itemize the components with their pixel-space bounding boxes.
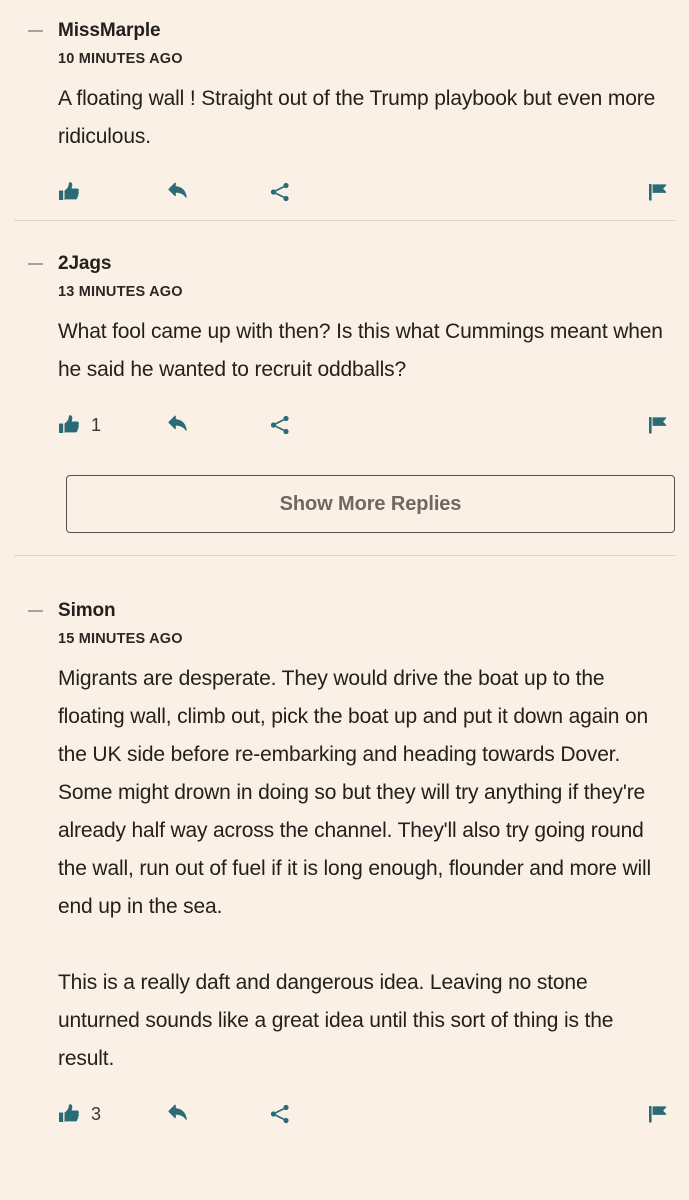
comment-item: Simon 15 MINUTES AGO Migrants are desper… (0, 598, 689, 1142)
thumbs-up-icon (58, 180, 82, 204)
collapse-toggle[interactable] (28, 598, 50, 624)
comment-author: 2Jags (58, 253, 112, 274)
reply-button[interactable] (166, 180, 190, 204)
share-button[interactable] (268, 413, 292, 437)
top-spacer (0, 0, 689, 18)
flag-button[interactable] (647, 180, 669, 204)
flag-icon (647, 1102, 669, 1126)
comment-actions: 3 (58, 1086, 671, 1142)
comment-paragraph: A floating wall ! Straight out of the Tr… (58, 87, 656, 148)
comment-paragraph: Migrants are desperate. They would drive… (58, 667, 652, 918)
thumbs-up-icon (58, 413, 82, 437)
like-count: 1 (91, 415, 102, 435)
flag-button[interactable] (647, 1102, 669, 1126)
flag-icon (647, 413, 669, 437)
like-button[interactable]: 3 (58, 1102, 101, 1126)
comment-actions: 1 (58, 397, 671, 453)
comment-thread: MissMarple 10 MINUTES AGO A floating wal… (0, 0, 689, 1142)
comment-author: Simon (58, 600, 116, 621)
comment-item: 2Jags 13 MINUTES AGO What fool came up w… (0, 251, 689, 453)
reply-button[interactable] (166, 1102, 190, 1126)
comment-actions (58, 164, 671, 220)
share-icon (268, 1102, 292, 1126)
reply-arrow-icon (166, 180, 190, 204)
like-count: 3 (91, 1104, 102, 1124)
comment-timestamp: 15 MINUTES AGO (58, 631, 183, 647)
share-button[interactable] (268, 180, 292, 204)
comment-paragraph: What fool came up with then? Is this wha… (58, 320, 663, 381)
comment-timestamp: 10 MINUTES AGO (58, 51, 183, 67)
share-icon (268, 180, 292, 204)
comment-body: A floating wall ! Straight out of the Tr… (58, 80, 671, 156)
like-button[interactable]: 1 (58, 413, 101, 437)
show-more-replies-wrap: Show More Replies (0, 475, 689, 533)
minus-icon (28, 263, 43, 265)
comment-author: MissMarple (58, 20, 161, 41)
show-more-replies-button[interactable]: Show More Replies (66, 475, 675, 533)
comment-body: What fool came up with then? Is this wha… (58, 313, 671, 389)
minus-icon (28, 30, 43, 32)
like-button[interactable] (58, 180, 91, 204)
comment-body: Migrants are desperate. They would drive… (58, 660, 671, 1078)
flag-icon (647, 180, 669, 204)
collapse-toggle[interactable] (28, 251, 50, 277)
comment-item: MissMarple 10 MINUTES AGO A floating wal… (0, 18, 689, 220)
collapse-toggle[interactable] (28, 18, 50, 44)
comment-timestamp: 13 MINUTES AGO (58, 284, 183, 300)
reply-button[interactable] (166, 413, 190, 437)
comment-paragraph: This is a really daft and dangerous idea… (58, 971, 614, 1070)
share-button[interactable] (268, 1102, 292, 1126)
reply-arrow-icon (166, 413, 190, 437)
flag-button[interactable] (647, 413, 669, 437)
thumbs-up-icon (58, 1102, 82, 1126)
reply-arrow-icon (166, 1102, 190, 1126)
share-icon (268, 413, 292, 437)
minus-icon (28, 610, 43, 612)
